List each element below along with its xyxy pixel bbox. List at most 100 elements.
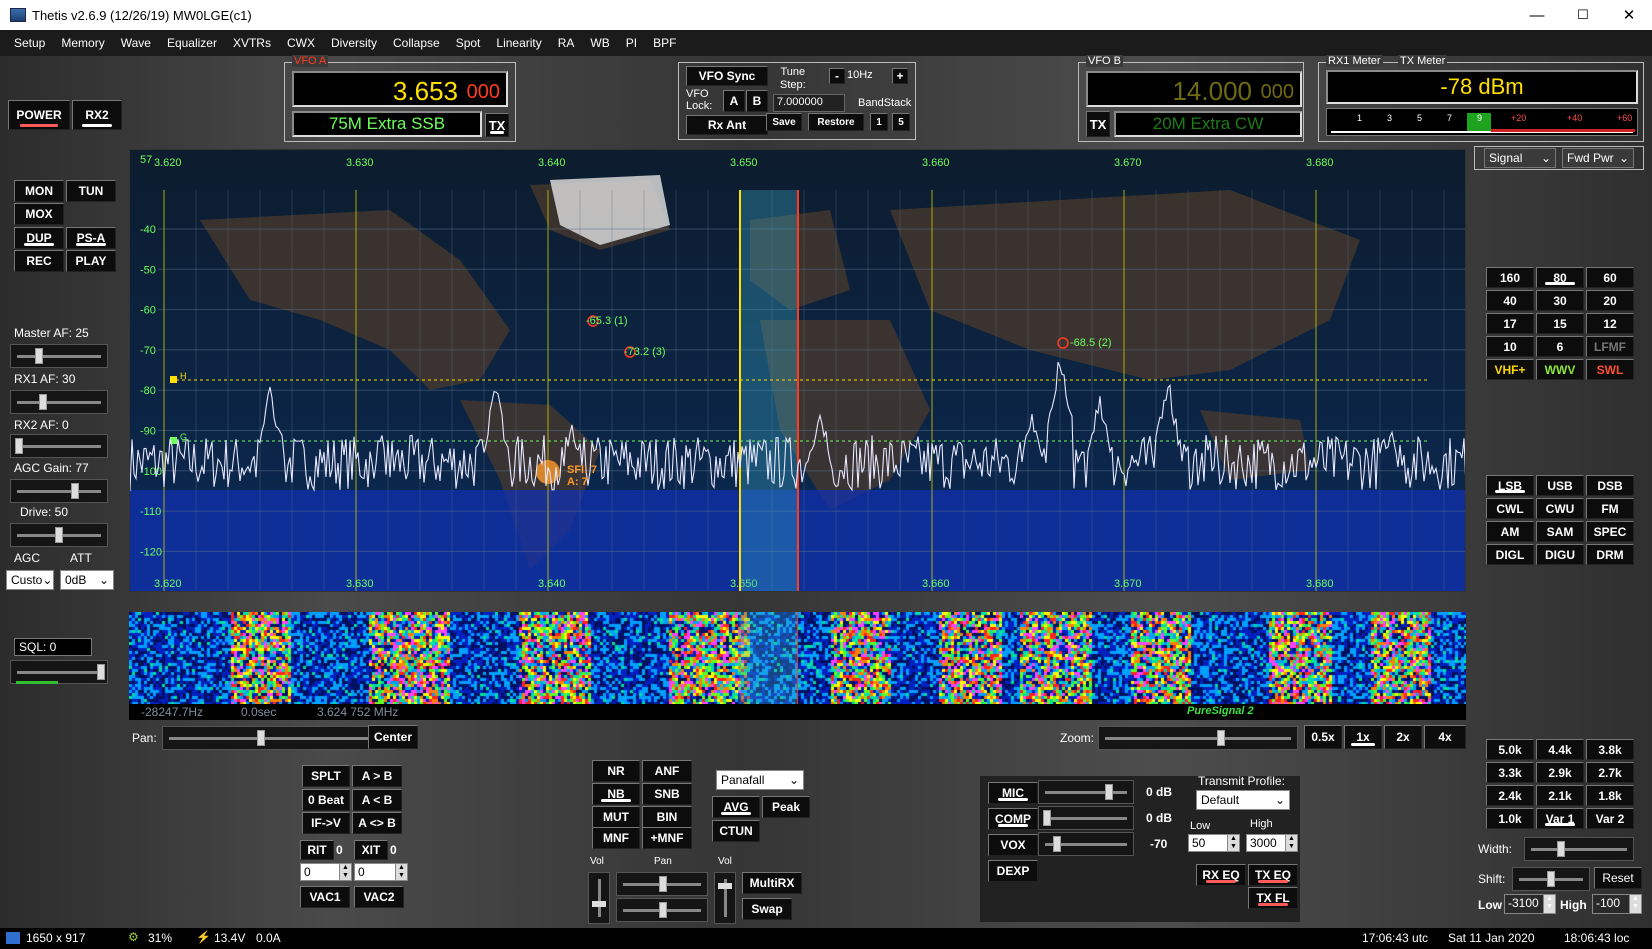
- pan-slider[interactable]: [162, 726, 396, 750]
- minimize-button[interactable]: —: [1514, 0, 1560, 30]
- anf-button[interactable]: ANF: [642, 760, 692, 782]
- rx-ant-button[interactable]: Rx Ant: [686, 115, 768, 135]
- rx2-button[interactable]: RX2: [72, 100, 122, 130]
- band-button-10[interactable]: 10: [1486, 336, 1534, 357]
- filter-button-18k[interactable]: 1.8k: [1586, 785, 1634, 806]
- a-from-b-button[interactable]: A < B: [352, 789, 402, 811]
- menu-setup[interactable]: Setup: [0, 36, 53, 50]
- vfo-a-display[interactable]: 3.653 000: [292, 71, 508, 107]
- mox-button[interactable]: MOX: [14, 203, 64, 225]
- band-button-lfmf[interactable]: LFMF: [1586, 336, 1634, 357]
- mut-button[interactable]: MUT: [592, 806, 640, 828]
- zoom-slider[interactable]: [1098, 726, 1298, 750]
- pan1-slider[interactable]: [616, 872, 708, 896]
- spin-arrows-icon[interactable]: ▲ ▼: [395, 864, 407, 880]
- rit-input[interactable]: 0 ▲ ▼: [300, 863, 352, 881]
- spin-arrows-icon[interactable]: ▲ ▼: [1543, 895, 1555, 913]
- freq-entry-field[interactable]: 7.000000: [773, 94, 845, 112]
- pan-center-button[interactable]: Center: [368, 725, 418, 749]
- filter-shift-slider[interactable]: [1512, 867, 1590, 891]
- band-button-15[interactable]: 15: [1536, 313, 1584, 334]
- spin-arrows-icon[interactable]: ▲ ▼: [1629, 895, 1641, 913]
- mode-button-drm[interactable]: DRM: [1586, 544, 1634, 565]
- menu-wb[interactable]: WB: [582, 36, 617, 50]
- xit-button[interactable]: XIT: [354, 840, 388, 860]
- master-af-slider[interactable]: [10, 344, 108, 368]
- menu-xvtrs[interactable]: XVTRs: [225, 36, 279, 50]
- filter-button-var2[interactable]: Var 2: [1586, 808, 1634, 829]
- filter-button-50k[interactable]: 5.0k: [1486, 739, 1534, 760]
- panadapter-display[interactable]: -40 -50 -60 -70 -80 -90 -100 -110 -120 3.620 3.620…: [129, 149, 1466, 592]
- vfo-a-tx-button[interactable]: TX: [485, 113, 509, 137]
- tx-meter-select[interactable]: Fwd Pwr ⌄: [1562, 148, 1634, 168]
- mode-button-spec[interactable]: SPEC: [1586, 521, 1634, 542]
- vfo-b-display[interactable]: 14.000 000: [1086, 71, 1302, 107]
- spot-marker-2[interactable]: -73.2 (3): [624, 346, 666, 358]
- mode-button-fm[interactable]: FM: [1586, 498, 1634, 519]
- mic-slider[interactable]: [1038, 780, 1134, 804]
- lock-b-button[interactable]: B: [746, 90, 768, 112]
- tx-low-input[interactable]: 50 ▲ ▼: [1188, 834, 1240, 852]
- vac2-button[interactable]: VAC2: [354, 886, 404, 908]
- menu-ra[interactable]: RA: [550, 36, 583, 50]
- band-button-20[interactable]: 20: [1586, 290, 1634, 311]
- band-button-6[interactable]: 6: [1536, 336, 1584, 357]
- mode-button-cwu[interactable]: CWU: [1536, 498, 1584, 519]
- comp-slider[interactable]: [1038, 806, 1134, 830]
- rx-eq-button[interactable]: RX EQ: [1196, 864, 1246, 886]
- xit-input[interactable]: 0 ▲ ▼: [354, 863, 408, 881]
- mode-button-dsb[interactable]: DSB: [1586, 475, 1634, 496]
- rx2-af-slider[interactable]: [10, 434, 108, 458]
- a-to-b-button[interactable]: A > B: [352, 765, 402, 787]
- filter-button-var1[interactable]: Var 1: [1536, 808, 1584, 829]
- split-button[interactable]: SPLT: [302, 765, 350, 787]
- band-button-60[interactable]: 60: [1586, 267, 1634, 288]
- mode-button-lsb[interactable]: LSB: [1486, 475, 1534, 496]
- rx1-af-slider[interactable]: [10, 390, 108, 414]
- bandstack-save-button[interactable]: Save: [766, 113, 802, 131]
- zoom-2x-button[interactable]: 2x: [1384, 725, 1422, 749]
- menu-cwx[interactable]: CWX: [279, 36, 323, 50]
- multirx-button[interactable]: MultiRX: [742, 872, 802, 894]
- filter-button-33k[interactable]: 3.3k: [1486, 762, 1534, 783]
- mnf-button[interactable]: MNF: [592, 827, 640, 849]
- agc-select[interactable]: Custo ⌄: [6, 570, 54, 590]
- band-button-40[interactable]: 40: [1486, 290, 1534, 311]
- filter-button-24k[interactable]: 2.4k: [1486, 785, 1534, 806]
- zoom-0-5x-button[interactable]: 0.5x: [1304, 725, 1342, 749]
- filter-button-44k[interactable]: 4.4k: [1536, 739, 1584, 760]
- menu-pi[interactable]: PI: [618, 36, 645, 50]
- a-swap-b-button[interactable]: A <> B: [352, 812, 402, 834]
- tx-fl-button[interactable]: TX FL: [1248, 887, 1298, 909]
- spin-arrows-icon[interactable]: ▲ ▼: [1227, 835, 1239, 851]
- band-button-17[interactable]: 17: [1486, 313, 1534, 334]
- menu-spot[interactable]: Spot: [448, 36, 489, 50]
- tune-step-up-button[interactable]: +: [892, 68, 908, 84]
- mon-button[interactable]: MON: [14, 180, 64, 202]
- avg-button[interactable]: AVG: [712, 796, 760, 818]
- menu-bpf[interactable]: BPF: [645, 36, 684, 50]
- filter-low-input[interactable]: -3100 ▲ ▼: [1504, 894, 1556, 914]
- filter-button-29k[interactable]: 2.9k: [1536, 762, 1584, 783]
- band-button-12[interactable]: 12: [1586, 313, 1634, 334]
- bandstack-5-button[interactable]: 5: [892, 113, 910, 131]
- rx-meter-select[interactable]: Signal ⌄: [1484, 148, 1556, 168]
- menu-memory[interactable]: Memory: [53, 36, 112, 50]
- nr-button[interactable]: NR: [592, 760, 640, 782]
- mode-button-digu[interactable]: DIGU: [1536, 544, 1584, 565]
- band-button-vhf[interactable]: VHF+: [1486, 359, 1534, 380]
- menu-wave[interactable]: Wave: [113, 36, 159, 50]
- menu-equalizer[interactable]: Equalizer: [159, 36, 225, 50]
- menu-diversity[interactable]: Diversity: [323, 36, 385, 50]
- maximize-button[interactable]: ☐: [1560, 0, 1606, 30]
- mic-button[interactable]: MIC: [988, 782, 1038, 804]
- mode-button-digl[interactable]: DIGL: [1486, 544, 1534, 565]
- spin-arrows-icon[interactable]: ▲ ▼: [1285, 835, 1297, 851]
- filter-button-38k[interactable]: 3.8k: [1586, 739, 1634, 760]
- tx-high-input[interactable]: 3000 ▲ ▼: [1246, 834, 1298, 852]
- bandstack-restore-button[interactable]: Restore: [808, 113, 864, 131]
- tune-step-down-button[interactable]: -: [829, 68, 845, 84]
- band-button-30[interactable]: 30: [1536, 290, 1584, 311]
- dexp-button[interactable]: DEXP: [988, 860, 1038, 882]
- swap-button[interactable]: Swap: [742, 898, 792, 920]
